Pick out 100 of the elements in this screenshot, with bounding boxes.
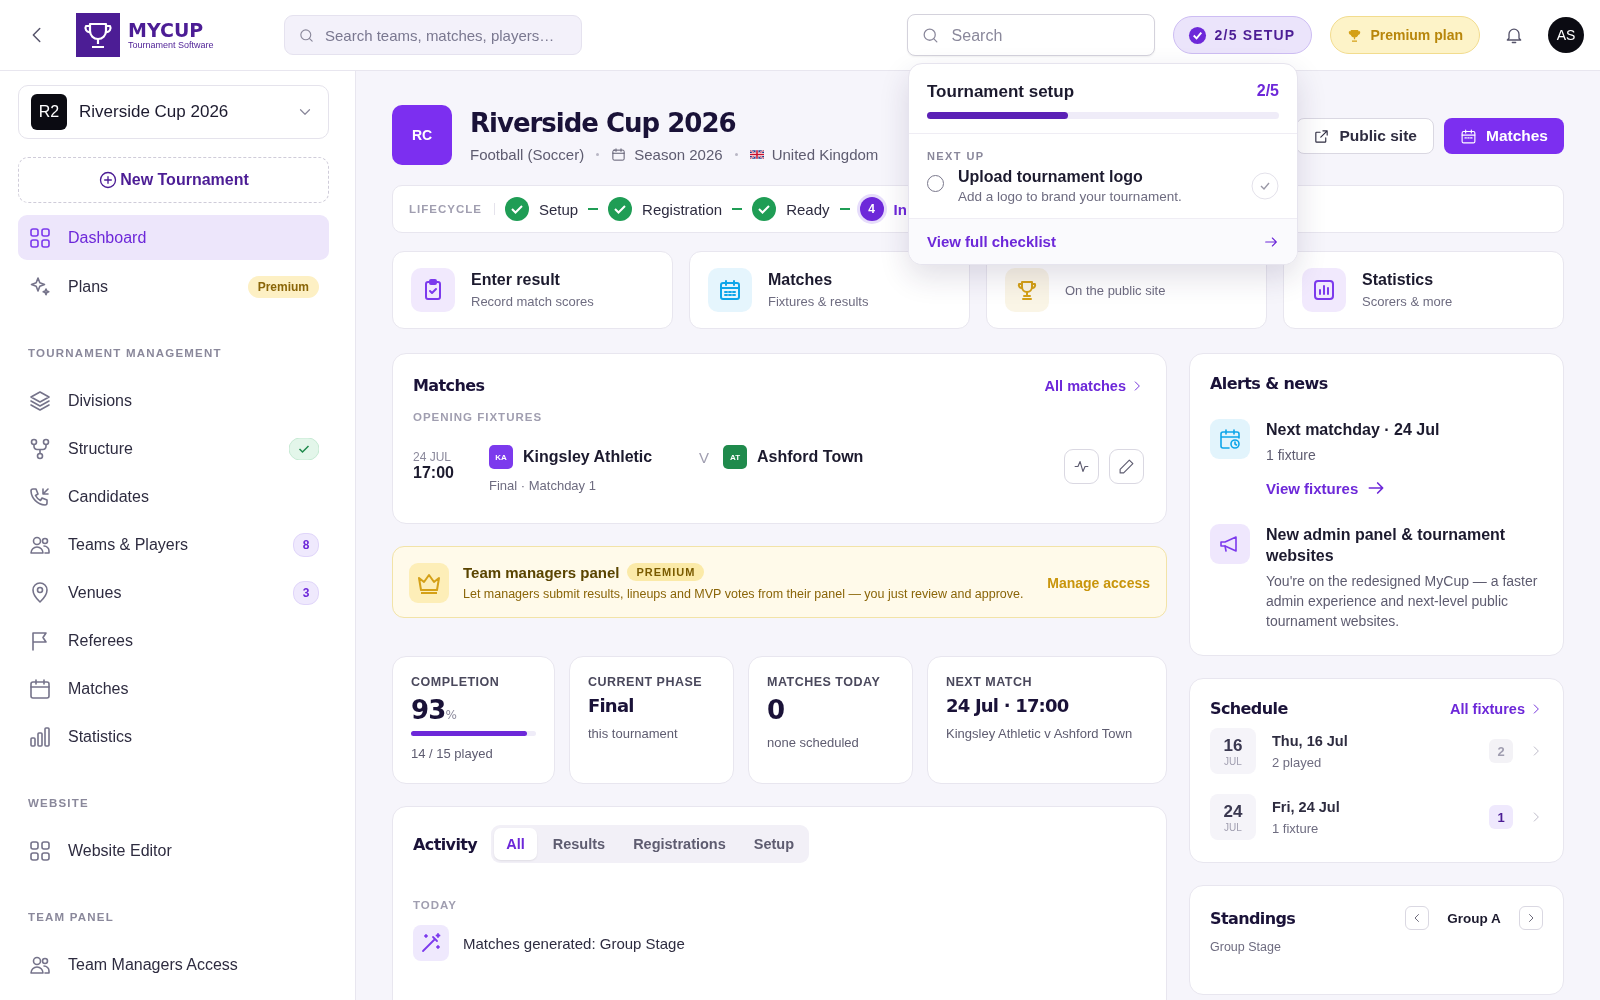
day-caption: 1 fixture xyxy=(1272,820,1320,836)
group-label: Group A xyxy=(1446,910,1502,926)
filter-tab[interactable]: Setup xyxy=(741,828,807,860)
all-fixtures-link[interactable]: All fixtures xyxy=(1450,700,1543,717)
team-name: Kingsley Athletic xyxy=(523,448,654,466)
view-fixtures-link[interactable]: View fixtures xyxy=(1266,478,1440,498)
sidebar-item[interactable]: Website Editor xyxy=(18,828,329,873)
stat-value: 24 Jul · 17:00 xyxy=(946,695,1070,716)
match-date: 24 JUL xyxy=(413,450,453,464)
step-number: 4 xyxy=(859,197,884,221)
crown-icon xyxy=(409,563,449,603)
grid-icon xyxy=(28,225,52,250)
check-icon xyxy=(1187,25,1207,45)
stat-caption: 14 / 15 played xyxy=(411,746,494,761)
alert-title: New admin panel & tournament websites xyxy=(1266,525,1507,566)
public-site-button[interactable]: Public site xyxy=(1296,118,1434,154)
view-checklist-link[interactable]: View full checklist xyxy=(909,218,1297,264)
action-subtitle: Record match scores xyxy=(471,294,594,309)
sidebar-item[interactable]: Matches xyxy=(18,666,329,711)
tournament-logo: RC xyxy=(392,105,452,165)
filter-tab[interactable]: All xyxy=(494,828,537,860)
alert-text: 1 fixture xyxy=(1266,446,1317,465)
action-subtitle: Fixtures & results xyxy=(768,294,869,309)
team-name: Ashford Town xyxy=(757,448,864,466)
premium-badge: PREMIUM xyxy=(627,563,705,581)
user-avatar[interactable]: AS xyxy=(1548,17,1584,53)
match-detail: Final · Matchday 1 xyxy=(489,478,597,493)
global-search-field[interactable]: Search teams, matches, players… xyxy=(284,15,582,55)
calendar-clock-icon xyxy=(1218,427,1242,451)
stat-value: 93% xyxy=(411,695,458,725)
card-title: Schedule xyxy=(1210,699,1288,718)
sidebar-item[interactable]: Plans Premium xyxy=(18,264,329,309)
card-title: Matches xyxy=(413,376,485,395)
live-activity-button[interactable] xyxy=(1064,448,1099,484)
quick-action-card[interactable]: Enter result Record match scores xyxy=(392,251,673,329)
new-tournament-button[interactable]: New Tournament xyxy=(18,157,329,203)
sidebar-item[interactable]: Referees xyxy=(18,618,329,663)
quick-action-card[interactable]: Matches Fixtures & results xyxy=(689,251,970,329)
edit-button[interactable] xyxy=(1109,448,1144,484)
popover-title: Tournament setup xyxy=(927,82,1075,102)
calendar-icon xyxy=(611,146,627,162)
season-label: Season 2026 xyxy=(634,145,723,163)
sidebar-item[interactable]: Statistics xyxy=(18,714,329,759)
sidebar-item[interactable]: Dashboard xyxy=(18,215,329,260)
sidebar-item[interactable]: Teams & Players 8 xyxy=(18,522,329,567)
schedule-day-row[interactable]: 24 JUL Fri, 24 Jul 1 fixture 1 xyxy=(1210,784,1543,850)
stat-value: 0 xyxy=(767,695,786,725)
flag-icon xyxy=(749,149,764,159)
brand-name: MYCUP xyxy=(128,20,205,40)
sidebar-item[interactable]: Candidates xyxy=(18,474,329,519)
sidebar-item[interactable]: Structure xyxy=(18,426,329,471)
date-tile: 16 JUL xyxy=(1210,728,1256,774)
section-label: OPENING FIXTURES xyxy=(413,411,544,423)
match-time: 17:00 xyxy=(413,464,455,482)
step-label: Ready xyxy=(786,200,830,218)
activity-text: Matches generated: Group Stage xyxy=(463,934,685,952)
day-caption: 2 played xyxy=(1272,754,1323,770)
stat-caption: this tournament xyxy=(588,726,679,741)
schedule-day-row[interactable]: 16 JUL Thu, 16 Jul 2 played 2 xyxy=(1210,718,1543,784)
action-title: Statistics xyxy=(1362,271,1435,289)
sidebar-item[interactable]: Divisions xyxy=(18,378,329,423)
action-subtitle: On the public site xyxy=(1065,282,1166,298)
matches-button[interactable]: Matches xyxy=(1443,118,1564,154)
grid-icon xyxy=(28,838,52,863)
team-badge: KA xyxy=(489,445,513,469)
filter-tab[interactable]: Registrations xyxy=(621,828,738,860)
all-matches-link[interactable]: All matches xyxy=(1044,377,1144,394)
page-title: Riverside Cup 2026 xyxy=(470,107,736,138)
section-label: TODAY xyxy=(413,899,458,911)
step-label: Setup xyxy=(538,200,579,218)
section-label: NEXT UP xyxy=(927,150,986,162)
magic-wand-icon xyxy=(413,925,449,961)
sidebar-item[interactable]: Venues 3 xyxy=(18,570,329,615)
layers-icon xyxy=(28,388,52,413)
section-heading: WEBSITE xyxy=(27,796,90,811)
plus-circle-icon xyxy=(98,170,119,190)
setup-progress-button[interactable]: 2/5 SETUP xyxy=(1172,16,1313,54)
tournament-selector[interactable]: R2 Riverside Cup 2026 xyxy=(18,85,329,139)
action-title: Matches xyxy=(768,271,834,289)
calendar-icon xyxy=(28,676,52,701)
step-label: Registration xyxy=(642,200,723,218)
day-label: Thu, 16 Jul xyxy=(1272,732,1349,749)
search-field[interactable]: Search xyxy=(906,14,1155,56)
alert-title: Next matchday · 24 Jul xyxy=(1266,420,1440,440)
day-label: Fri, 24 Jul xyxy=(1272,798,1341,815)
stat-caption: none scheduled xyxy=(767,735,860,750)
tournament-code: R2 xyxy=(31,94,67,130)
stat-value: Final xyxy=(588,695,635,716)
sidebar-item[interactable]: Team Managers Access xyxy=(18,942,329,987)
alert-text: You're on the redesigned MyCup — a faster admin experience and next-level public tournament websites. xyxy=(1266,572,1539,631)
filter-tab[interactable]: Results xyxy=(540,828,618,860)
count-badge: 3 xyxy=(293,580,319,605)
external-link-icon xyxy=(1313,127,1331,145)
quick-action-card[interactable]: Statistics Scorers & more xyxy=(1283,251,1564,329)
task-description: Add a logo to brand your tournament. xyxy=(958,189,1183,204)
action-subtitle: Scorers & more xyxy=(1362,294,1453,309)
task-title: Upload tournament logo xyxy=(958,168,1144,186)
stat-label: NEXT MATCH xyxy=(946,675,1033,689)
check-icon[interactable] xyxy=(1251,172,1279,200)
count-badge: 8 xyxy=(293,532,319,557)
